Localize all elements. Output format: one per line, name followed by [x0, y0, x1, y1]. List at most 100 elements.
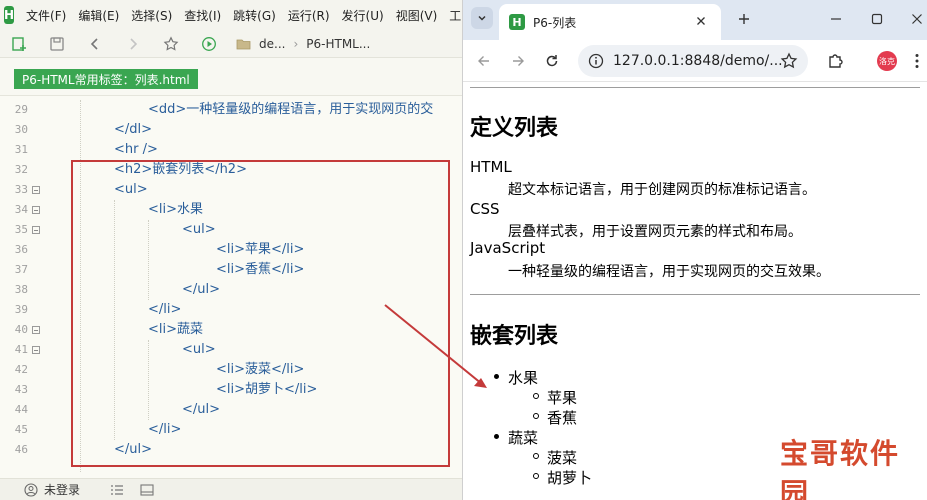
code-text: <dd>一种轻量级的编程语言，用于实现网页的交 — [148, 102, 434, 117]
bullet-circle — [533, 473, 539, 479]
line-number: 35 — [14, 223, 28, 236]
breadcrumb-separator: › — [293, 36, 299, 51]
login-status[interactable]: 未登录 — [44, 481, 80, 498]
new-tab-button[interactable] — [733, 8, 755, 30]
menu-select[interactable]: 选择(S) — [131, 7, 172, 24]
reload-icon — [546, 55, 558, 67]
definition-term: HTML — [470, 158, 512, 176]
bookmark-star-icon[interactable] — [780, 52, 798, 70]
browser-navbar: 127.0.0.1:8848/demo/... 洛克 — [463, 40, 927, 82]
browser-menu-button[interactable] — [909, 50, 925, 72]
bullet-disc — [494, 374, 499, 379]
fold-toggle-icon[interactable] — [32, 226, 40, 234]
list-item: 苹果 — [533, 387, 577, 408]
user-icon[interactable] — [24, 482, 38, 497]
page-heading-definition-list: 定义列表 — [470, 116, 559, 141]
close-icon — [697, 17, 705, 25]
list-item: 水果 — [494, 367, 539, 388]
forward-icon[interactable] — [120, 33, 146, 55]
favorite-star-icon[interactable] — [158, 33, 184, 55]
arrow-left-icon — [478, 56, 489, 66]
definition-description: 一种轻量级的编程语言，用于实现网页的交互效果。 — [508, 264, 830, 280]
list-item: 菠菜 — [533, 447, 578, 468]
chevron-down-icon — [478, 15, 486, 21]
horizontal-rule — [470, 294, 920, 295]
browser-tab-title: P6-列表 — [533, 16, 577, 30]
minimize-button[interactable] — [825, 8, 847, 30]
info-icon[interactable] — [588, 53, 604, 69]
forward-button[interactable] — [507, 50, 529, 72]
code-text: </dl> — [114, 122, 153, 137]
line-number: 42 — [14, 363, 28, 376]
annotation-highlight-box — [71, 160, 450, 467]
line-number: 43 — [14, 383, 28, 396]
menu-tools[interactable]: 工 — [449, 7, 461, 24]
browser-window: H P6-列表 127.0.0.1:8848/demo/... 洛克 定义列表 … — [462, 0, 927, 500]
menu-find[interactable]: 查找(I) — [184, 7, 221, 24]
back-button[interactable] — [473, 50, 495, 72]
line-number: 37 — [14, 263, 28, 276]
list-icon[interactable] — [110, 484, 124, 496]
list-item-label: 香蕉 — [547, 409, 578, 427]
profile-avatar[interactable]: 洛克 — [877, 51, 897, 71]
extensions-puzzle-icon[interactable] — [825, 50, 847, 72]
list-item: 蔬菜 — [494, 427, 539, 448]
menu-edit[interactable]: 编辑(E) — [78, 7, 119, 24]
list-item: 香蕉 — [533, 407, 578, 428]
breadcrumb-project[interactable]: de... — [259, 37, 285, 51]
ide-window: H 文件(F) 编辑(E) 选择(S) 查找(I) 跳转(G) 运行(R) 发行… — [0, 0, 462, 500]
back-icon[interactable] — [82, 33, 108, 55]
close-icon — [912, 14, 922, 24]
file-tab[interactable]: P6-HTML常用标签：列表.html — [14, 69, 198, 89]
menu-publish[interactable]: 发行(U) — [342, 7, 384, 24]
ide-statusbar: 未登录 — [0, 478, 462, 500]
panel-icon[interactable] — [140, 483, 154, 496]
line-number: 31 — [14, 143, 28, 156]
line-number: 40 — [14, 323, 28, 336]
watermark-logo: 宝哥软件园 — [780, 437, 901, 500]
menu-file[interactable]: 文件(F) — [26, 7, 66, 24]
bullet-circle — [533, 453, 539, 459]
fold-toggle-icon[interactable] — [32, 206, 40, 214]
bullet-circle — [533, 393, 539, 399]
maximize-button[interactable] — [866, 8, 888, 30]
definition-description: 超文本标记语言，用于创建网页的标准标记语言。 — [508, 182, 816, 198]
reload-button[interactable] — [541, 50, 563, 72]
list-item: 胡萝卜 — [533, 467, 592, 488]
tab-search-button[interactable] — [471, 7, 493, 29]
line-number: 45 — [14, 423, 28, 436]
definition-term: JavaScript — [470, 239, 546, 257]
editor-tabbar: P6-HTML常用标签：列表.html — [0, 58, 462, 96]
new-file-icon[interactable] — [6, 33, 32, 55]
line-number: 41 — [14, 343, 28, 356]
definition-term: CSS — [470, 200, 500, 218]
line-number: 34 — [14, 203, 28, 216]
fold-toggle-icon[interactable] — [32, 186, 40, 194]
menu-run[interactable]: 运行(R) — [288, 7, 330, 24]
line-number: 46 — [14, 443, 28, 456]
browser-tab[interactable]: H P6-列表 — [499, 4, 721, 40]
line-number: 30 — [14, 123, 28, 136]
fold-toggle-icon[interactable] — [32, 346, 40, 354]
bullet-disc — [494, 434, 499, 439]
line-number: 38 — [14, 283, 28, 296]
close-tab-button[interactable] — [693, 13, 709, 29]
breadcrumb-file[interactable]: P6-HTML... — [306, 37, 370, 51]
menu-view[interactable]: 视图(V) — [396, 7, 438, 24]
menu-goto[interactable]: 跳转(G) — [233, 7, 276, 24]
list-item-label: 菠菜 — [547, 449, 578, 467]
list-item-label: 水果 — [508, 369, 539, 387]
ide-menubar: H 文件(F) 编辑(E) 选择(S) 查找(I) 跳转(G) 运行(R) 发行… — [0, 0, 462, 30]
url-text: 127.0.0.1:8848/demo/... — [613, 53, 783, 69]
folder-icon — [236, 39, 251, 49]
code-line: 31 <hr /> — [0, 140, 462, 160]
bullet-circle — [533, 413, 539, 419]
address-bar[interactable]: 127.0.0.1:8848/demo/... — [578, 45, 808, 77]
browser-tabstrip: H P6-列表 — [463, 0, 927, 40]
hbuilder-logo-icon: H — [4, 6, 15, 24]
window-close-button[interactable] — [906, 8, 927, 30]
list-item-label: 蔬菜 — [508, 429, 539, 447]
fold-toggle-icon[interactable] — [32, 326, 40, 334]
run-icon[interactable] — [196, 33, 222, 55]
save-icon[interactable] — [44, 33, 70, 55]
